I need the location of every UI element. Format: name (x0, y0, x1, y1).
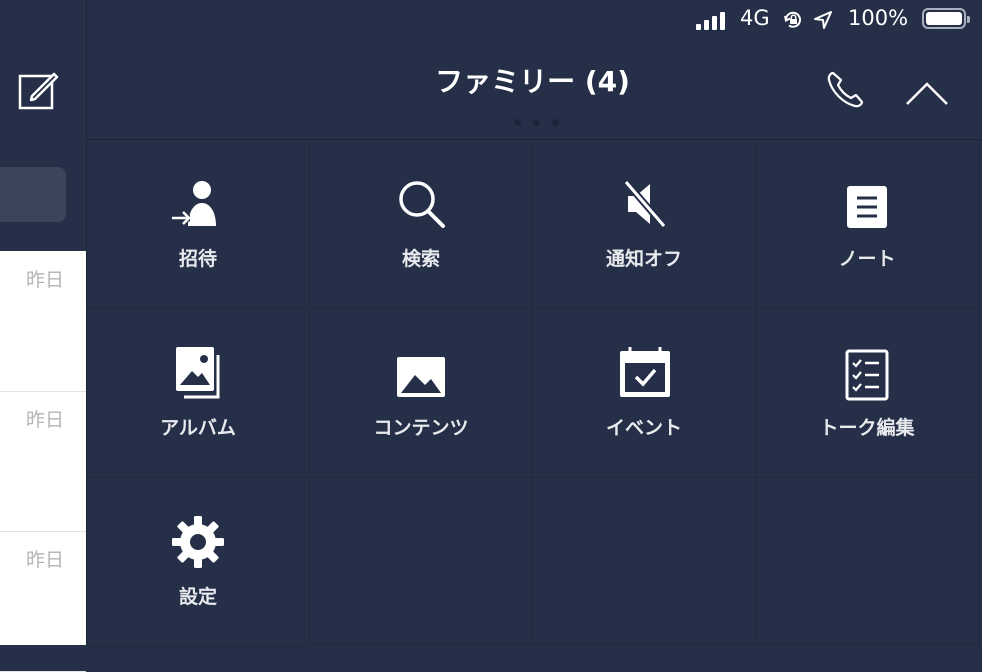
battery-percent: 100% (848, 6, 909, 30)
signal-icon (696, 10, 730, 30)
menu-label: トーク編集 (819, 417, 915, 439)
battery-icon (922, 8, 970, 29)
chat-date: 昨日 (25, 549, 64, 571)
menu-contents[interactable]: コンテンツ (310, 309, 533, 478)
menu-label: 招待 (178, 248, 217, 270)
contents-icon (397, 357, 445, 397)
chat-date: 昨日 (25, 269, 64, 291)
collapse-chevron-icon[interactable] (903, 76, 951, 110)
chat-title: ファミリー (4) (435, 65, 630, 98)
empty-cell (533, 478, 756, 645)
menu-label: コンテンツ (373, 417, 469, 439)
menu-note[interactable]: ノート (756, 140, 979, 309)
note-icon (847, 186, 887, 228)
menu-label: アルバム (160, 417, 236, 439)
search-icon (399, 181, 445, 228)
menu-label: 設定 (178, 586, 217, 608)
chat-list-panel: 昨日 昨日 昨日 (0, 0, 86, 672)
call-icon[interactable] (824, 68, 868, 112)
menu-settings[interactable]: 設定 (87, 478, 310, 647)
menu-edit-talk[interactable]: トーク編集 (756, 309, 979, 478)
chat-date: 昨日 (25, 409, 64, 431)
page-indicator (508, 111, 565, 130)
chat-list: 昨日 昨日 昨日 (0, 251, 86, 672)
menu-label: ノート (838, 248, 896, 270)
empty-cell (310, 478, 533, 645)
menu-album[interactable]: アルバム (87, 309, 310, 478)
menu-invite[interactable]: 招待 (87, 140, 310, 309)
location-icon (814, 11, 832, 29)
menu-event[interactable]: イベント (533, 309, 756, 478)
edit-talk-icon (845, 349, 889, 401)
empty-cell (756, 478, 979, 645)
menu-label: 通知オフ (605, 248, 682, 270)
menu-search[interactable]: 検索 (310, 140, 533, 309)
mute-icon (623, 179, 667, 229)
chat-row[interactable]: 昨日 (0, 251, 86, 392)
menu-mute[interactable]: 通知オフ (533, 140, 756, 309)
rotation-lock-icon (784, 11, 801, 28)
event-icon (620, 347, 670, 397)
chat-row[interactable]: 昨日 (0, 531, 86, 672)
chat-row[interactable]: 昨日 (0, 391, 86, 532)
chat-list-header (0, 0, 86, 251)
status-bar: 4G 100% (682, 0, 982, 38)
menu-label: イベント (605, 417, 682, 439)
chat-search-bar[interactable] (0, 167, 66, 222)
album-icon (176, 347, 220, 399)
network-type: 4G (740, 6, 770, 30)
invite-icon (172, 181, 216, 226)
settings-icon (172, 516, 224, 568)
menu-label: 検索 (401, 248, 440, 270)
compose-icon[interactable] (18, 70, 60, 112)
chat-menu-grid: 招待 検索 通知オフ ノート アルバム コンテンツ イベント トーク編集 設定 (87, 140, 982, 647)
